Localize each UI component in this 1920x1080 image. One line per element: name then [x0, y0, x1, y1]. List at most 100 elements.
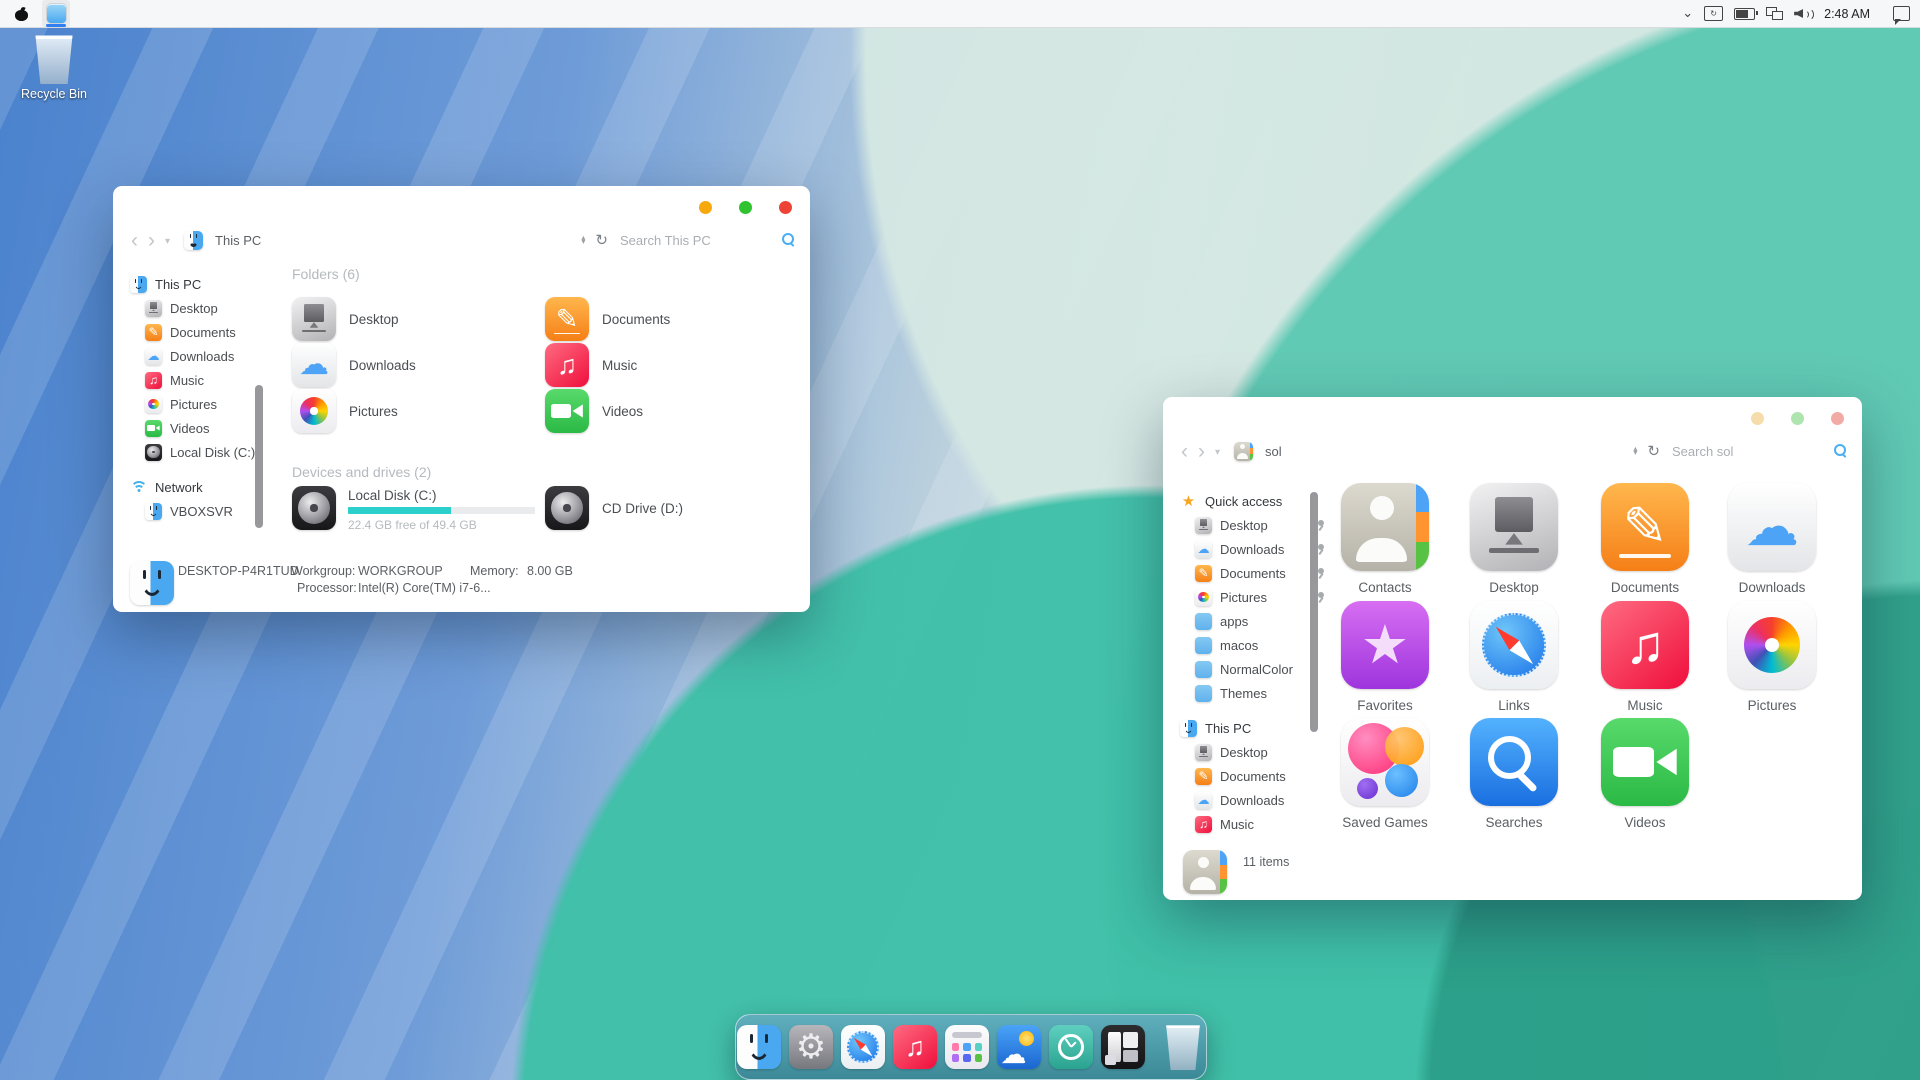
- refresh-icon[interactable]: ↻: [1647, 442, 1660, 460]
- file-explorer-window-sol: ‹ › ▾ sol ▴▾ ↻ ★ Quick access Desktop ☁ …: [1163, 397, 1862, 900]
- folder-pictures[interactable]: Pictures: [292, 389, 537, 433]
- recent-locations-icon[interactable]: ▾: [165, 236, 170, 247]
- documents-icon: ✎: [1601, 483, 1689, 571]
- sidebar-scrollbar[interactable]: [255, 385, 263, 528]
- sidebar-item-pictures[interactable]: Pictures: [1180, 585, 1320, 609]
- grid-item-videos[interactable]: Videos: [1582, 718, 1708, 830]
- sidebar-item-downloads[interactable]: ☁ Downloads: [130, 344, 270, 368]
- folder-videos[interactable]: Videos: [545, 389, 790, 433]
- sidebar-item-quick-access[interactable]: ★ Quick access: [1180, 489, 1320, 513]
- sidebar-item-documents[interactable]: ✎ Documents: [1180, 561, 1320, 585]
- grid-item-contacts[interactable]: Contacts: [1322, 483, 1448, 595]
- folder-music[interactable]: ♫ Music: [545, 343, 790, 387]
- grid-item-documents[interactable]: ✎ Documents: [1582, 483, 1708, 595]
- sidebar-item-pictures[interactable]: Pictures: [130, 392, 270, 416]
- sidebar-item-local-disk[interactable]: Local Disk (C:): [130, 440, 270, 464]
- grid-item-music[interactable]: ♫ Music: [1582, 601, 1708, 713]
- user-folder-icon: [1234, 442, 1253, 461]
- address-dropdown-icon[interactable]: ▴▾: [1633, 447, 1637, 456]
- folder-label: Downloads: [349, 358, 416, 373]
- sidebar-item-themes[interactable]: Themes: [1180, 681, 1320, 705]
- grid-item-desktop[interactable]: Desktop: [1451, 483, 1577, 595]
- sidebar-item-pc-desktop[interactable]: Desktop: [1180, 740, 1320, 764]
- action-center-icon[interactable]: [1893, 6, 1910, 21]
- forward-button[interactable]: ›: [1198, 441, 1205, 462]
- folder-documents[interactable]: ✎ Documents: [545, 297, 790, 341]
- dock-finder[interactable]: [736, 1021, 782, 1073]
- search-icon[interactable]: [782, 233, 796, 247]
- sidebar-item-apps[interactable]: apps: [1180, 609, 1320, 633]
- grid-item-links[interactable]: Links: [1451, 601, 1577, 713]
- close-button[interactable]: [1831, 412, 1844, 425]
- tray-expand-icon[interactable]: ⌄: [1682, 5, 1693, 21]
- sidebar-item-normalcolor[interactable]: NormalColor: [1180, 657, 1320, 681]
- folder-icon: [1195, 685, 1212, 702]
- search-input[interactable]: [618, 232, 772, 249]
- drive-cd-d[interactable]: CD Drive (D:): [545, 486, 790, 530]
- dock-weather[interactable]: ☁: [996, 1021, 1042, 1073]
- time-machine-icon: [1049, 1025, 1093, 1069]
- apple-menu-icon[interactable]: [15, 7, 28, 21]
- drive-local-disk-c[interactable]: Local Disk (C:) 22.4 GB free of 49.4 GB: [292, 486, 552, 532]
- maximize-button[interactable]: [1791, 412, 1804, 425]
- forward-button[interactable]: ›: [148, 230, 155, 251]
- display-tray-icon[interactable]: ↻: [1704, 6, 1723, 21]
- back-button[interactable]: ‹: [131, 230, 138, 251]
- user-folder-icon: [1183, 850, 1227, 894]
- free-space-text: 22.4 GB free of 49.4 GB: [348, 518, 535, 532]
- dock-tiles[interactable]: [1100, 1021, 1146, 1073]
- grid-label: Contacts: [1358, 580, 1411, 595]
- network-icon[interactable]: [1766, 7, 1783, 20]
- grid-item-pictures[interactable]: Pictures: [1709, 601, 1835, 713]
- sidebar-item-desktop[interactable]: Desktop: [130, 296, 270, 320]
- sidebar-item-videos[interactable]: Videos: [130, 416, 270, 440]
- sidebar-item-desktop[interactable]: Desktop: [1180, 513, 1320, 537]
- clock[interactable]: 2:48 AM: [1824, 7, 1870, 21]
- dock-trash[interactable]: [1160, 1021, 1206, 1073]
- dock-safari[interactable]: [840, 1021, 886, 1073]
- sidebar-item-pc-music[interactable]: ♫ Music: [1180, 812, 1320, 836]
- downloads-icon: ☁: [1728, 483, 1816, 571]
- sidebar-scrollbar[interactable]: [1310, 492, 1318, 732]
- minimize-button[interactable]: [1751, 412, 1764, 425]
- search-icon[interactable]: [1834, 444, 1848, 458]
- battery-icon[interactable]: [1734, 8, 1755, 20]
- folder-downloads[interactable]: ☁ Downloads: [292, 343, 537, 387]
- grid-item-searches[interactable]: Searches: [1451, 718, 1577, 830]
- favorites-star-icon: ★: [1341, 601, 1429, 689]
- sidebar-item-vboxsvr[interactable]: VBOXSVR: [130, 499, 270, 523]
- back-button[interactable]: ‹: [1181, 441, 1188, 462]
- sidebar-item-network[interactable]: Network: [130, 475, 270, 499]
- music-icon: ♫: [893, 1025, 937, 1069]
- maximize-button[interactable]: [739, 201, 752, 214]
- sidebar-item-pc-documents[interactable]: ✎ Documents: [1180, 764, 1320, 788]
- breadcrumb[interactable]: This PC: [184, 231, 261, 250]
- grid-item-saved-games[interactable]: Saved Games: [1322, 718, 1448, 830]
- dock-launchpad[interactable]: [944, 1021, 990, 1073]
- volume-icon[interactable]: [1794, 7, 1810, 20]
- launchpad-icon: [945, 1025, 989, 1069]
- close-button[interactable]: [779, 201, 792, 214]
- sidebar-item-music[interactable]: ♫ Music: [130, 368, 270, 392]
- running-app-file-explorer[interactable]: [42, 0, 70, 27]
- sidebar-label: Downloads: [1220, 793, 1284, 808]
- breadcrumb[interactable]: sol: [1234, 442, 1282, 461]
- sidebar-item-this-pc[interactable]: This PC: [130, 272, 270, 296]
- folder-desktop[interactable]: Desktop: [292, 297, 537, 341]
- dock-time-machine[interactable]: [1048, 1021, 1094, 1073]
- minimize-button[interactable]: [699, 201, 712, 214]
- recycle-bin[interactable]: Recycle Bin: [8, 34, 100, 101]
- sidebar-item-downloads[interactable]: ☁ Downloads: [1180, 537, 1320, 561]
- sidebar-item-documents[interactable]: ✎ Documents: [130, 320, 270, 344]
- sidebar-item-this-pc[interactable]: This PC: [1180, 716, 1320, 740]
- recent-locations-icon[interactable]: ▾: [1215, 447, 1220, 458]
- address-dropdown-icon[interactable]: ▴▾: [581, 236, 585, 245]
- refresh-icon[interactable]: ↻: [595, 231, 608, 249]
- grid-item-favorites[interactable]: ★ Favorites: [1322, 601, 1448, 713]
- sidebar-item-pc-downloads[interactable]: ☁ Downloads: [1180, 788, 1320, 812]
- dock-settings[interactable]: ⚙: [788, 1021, 834, 1073]
- grid-item-downloads[interactable]: ☁ Downloads: [1709, 483, 1835, 595]
- sidebar-item-macos[interactable]: macos: [1180, 633, 1320, 657]
- dock-music[interactable]: ♫: [892, 1021, 938, 1073]
- search-input[interactable]: [1670, 443, 1824, 460]
